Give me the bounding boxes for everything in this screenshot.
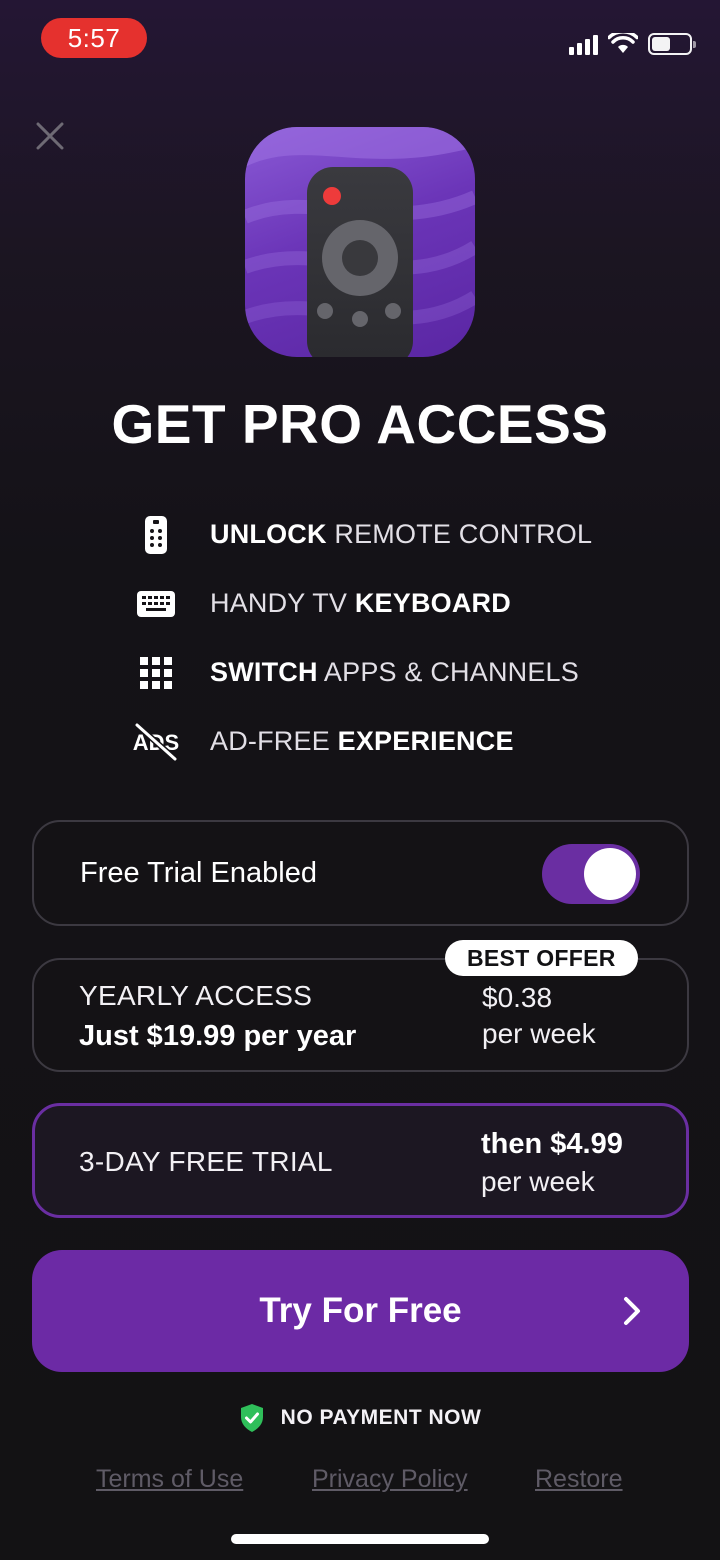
battery-icon xyxy=(648,33,696,55)
yearly-plan-subtitle: Just $19.99 per year xyxy=(79,1020,357,1052)
close-button[interactable] xyxy=(30,116,70,156)
feature-item-switch-apps: SWITCH APPS & CHANNELS xyxy=(130,638,650,707)
grid-icon xyxy=(140,656,172,689)
restore-link[interactable]: Restore xyxy=(535,1465,623,1494)
feature-label: UNLOCK REMOTE CONTROL xyxy=(210,519,593,549)
free-trial-toggle-row[interactable]: Free Trial Enabled xyxy=(32,820,689,926)
feature-list: UNLOCK REMOTE CONTROL HANDY TV KEYBOARD xyxy=(130,500,650,776)
privacy-policy-link[interactable]: Privacy Policy xyxy=(312,1465,468,1494)
try-for-free-button[interactable]: Try For Free xyxy=(32,1250,689,1372)
no-payment-label: NO PAYMENT NOW xyxy=(280,1406,482,1429)
feature-label: SWITCH APPS & CHANNELS xyxy=(210,657,579,687)
free-trial-toggle[interactable] xyxy=(542,844,640,904)
yearly-plan-price: $0.38 xyxy=(482,982,553,1013)
page-title: GET PRO ACCESS xyxy=(111,393,609,455)
yearly-plan-period: per week xyxy=(482,1018,596,1049)
app-icon xyxy=(245,127,475,357)
status-icons xyxy=(569,30,696,58)
trial-plan-title: 3-DAY FREE TRIAL xyxy=(79,1146,333,1177)
chevron-right-icon xyxy=(624,1297,640,1325)
no-ads-icon: ADS xyxy=(133,722,179,761)
terms-of-use-link[interactable]: Terms of Use xyxy=(96,1465,243,1494)
free-trial-toggle-label: Free Trial Enabled xyxy=(80,856,317,889)
yearly-plan-option[interactable]: BEST OFFER YEARLY ACCESS Just $19.99 per… xyxy=(32,940,689,1072)
yearly-plan-title: YEARLY ACCESS xyxy=(79,980,313,1011)
cta-label: Try For Free xyxy=(259,1291,462,1330)
trial-plan-period: per week xyxy=(481,1166,595,1197)
cellular-signal-icon xyxy=(569,33,598,55)
dpad-graphic xyxy=(322,220,398,296)
wifi-icon xyxy=(608,33,638,53)
shield-check-icon xyxy=(240,1404,263,1432)
toggle-knob xyxy=(584,848,636,900)
best-offer-badge: BEST OFFER xyxy=(445,940,638,976)
status-time: 5:57 xyxy=(41,18,147,58)
trial-plan-price: then $4.99 xyxy=(481,1128,623,1160)
feature-item-ad-free: ADS AD-FREE EXPERIENCE xyxy=(130,707,650,776)
trial-plan-option[interactable]: 3-DAY FREE TRIAL then $4.99 per week xyxy=(32,1103,689,1218)
close-icon xyxy=(36,122,64,150)
keyboard-icon xyxy=(137,590,175,617)
feature-item-keyboard: HANDY TV KEYBOARD xyxy=(130,569,650,638)
remote-graphic xyxy=(307,167,413,357)
feature-label: HANDY TV KEYBOARD xyxy=(210,588,511,618)
no-payment-notice: NO PAYMENT NOW xyxy=(0,1403,720,1433)
power-button-graphic xyxy=(323,187,341,205)
remote-icon xyxy=(145,515,167,554)
feature-item-remote: UNLOCK REMOTE CONTROL xyxy=(130,500,650,569)
home-indicator[interactable] xyxy=(231,1534,489,1544)
feature-label: AD-FREE EXPERIENCE xyxy=(210,726,514,756)
